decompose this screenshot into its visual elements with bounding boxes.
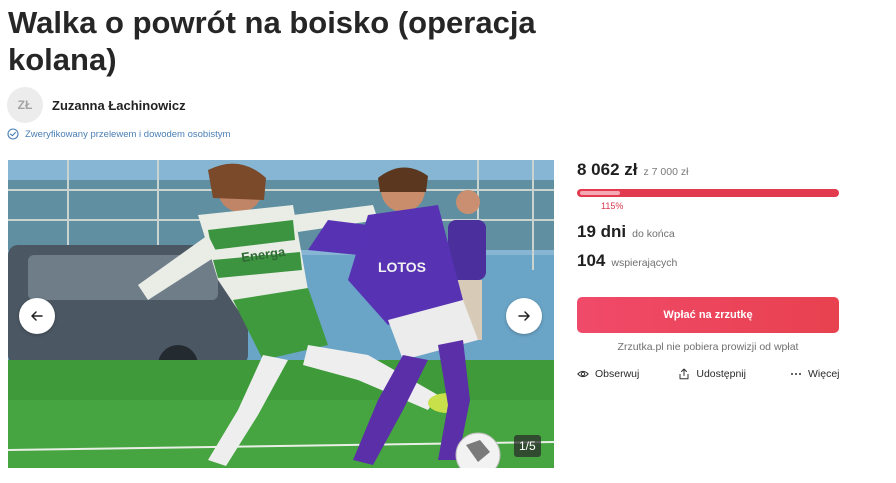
gallery-next-button[interactable] (506, 298, 542, 334)
check-circle-icon (7, 128, 19, 140)
donate-button[interactable]: Wpłać na zrzutkę (577, 297, 839, 333)
more-dots-icon (790, 373, 801, 375)
gallery-prev-button[interactable] (19, 298, 55, 334)
gallery-counter: 1/5 (514, 435, 541, 457)
action-bar: Obserwuj Udostępnij Więcej (577, 368, 840, 380)
more-button[interactable]: Więcej (790, 368, 840, 380)
arrow-right-icon (518, 311, 530, 321)
days-value: 19 dni (577, 222, 627, 241)
supporters-label: wspierających (611, 257, 678, 269)
arrow-left-icon (31, 311, 43, 321)
avatar: ZŁ (7, 87, 43, 123)
goal-amount: z 7 000 zł (643, 166, 689, 178)
progress-fill (580, 191, 620, 195)
observe-button[interactable]: Obserwuj (577, 368, 639, 380)
progress-percent: 115% (601, 201, 624, 211)
share-icon (679, 368, 689, 380)
days-label: do końca (632, 228, 675, 240)
eye-icon (577, 370, 589, 378)
share-label: Udostępnij (696, 368, 746, 380)
gallery-photo: Energa LOTOS (8, 160, 554, 468)
jersey-text-purple: LOTOS (378, 259, 426, 275)
verification-badge: Zweryfikowany przelewem i dowodem osobis… (7, 128, 230, 140)
page-title: Walka o powrót na boisko (operacja kolan… (8, 5, 536, 77)
raised-amount: 8 062 zł (577, 160, 638, 179)
verification-text: Zweryfikowany przelewem i dowodem osobis… (25, 128, 231, 140)
days-left: 19 dni do końca (577, 222, 839, 242)
photo-gallery[interactable]: Energa LOTOS 1/5 (8, 160, 554, 468)
supporters: 104 wspierających (577, 251, 839, 271)
fee-note: Zrzutka.pl nie pobiera prowizji od wpłat (617, 341, 799, 353)
author-name[interactable]: Zuzanna Łachinowicz (52, 98, 186, 113)
author-block[interactable]: ZŁ Zuzanna Łachinowicz (7, 87, 186, 123)
share-button[interactable]: Udostępnij (678, 368, 746, 380)
observe-label: Obserwuj (595, 368, 640, 380)
supporters-value: 104 (577, 251, 606, 270)
progress-bar (577, 189, 839, 197)
fundraiser-panel: 8 062 zł z 7 000 zł 115% 19 dni do końca… (577, 160, 840, 380)
more-label: Więcej (807, 368, 840, 380)
amount-row: 8 062 zł z 7 000 zł (577, 160, 839, 180)
